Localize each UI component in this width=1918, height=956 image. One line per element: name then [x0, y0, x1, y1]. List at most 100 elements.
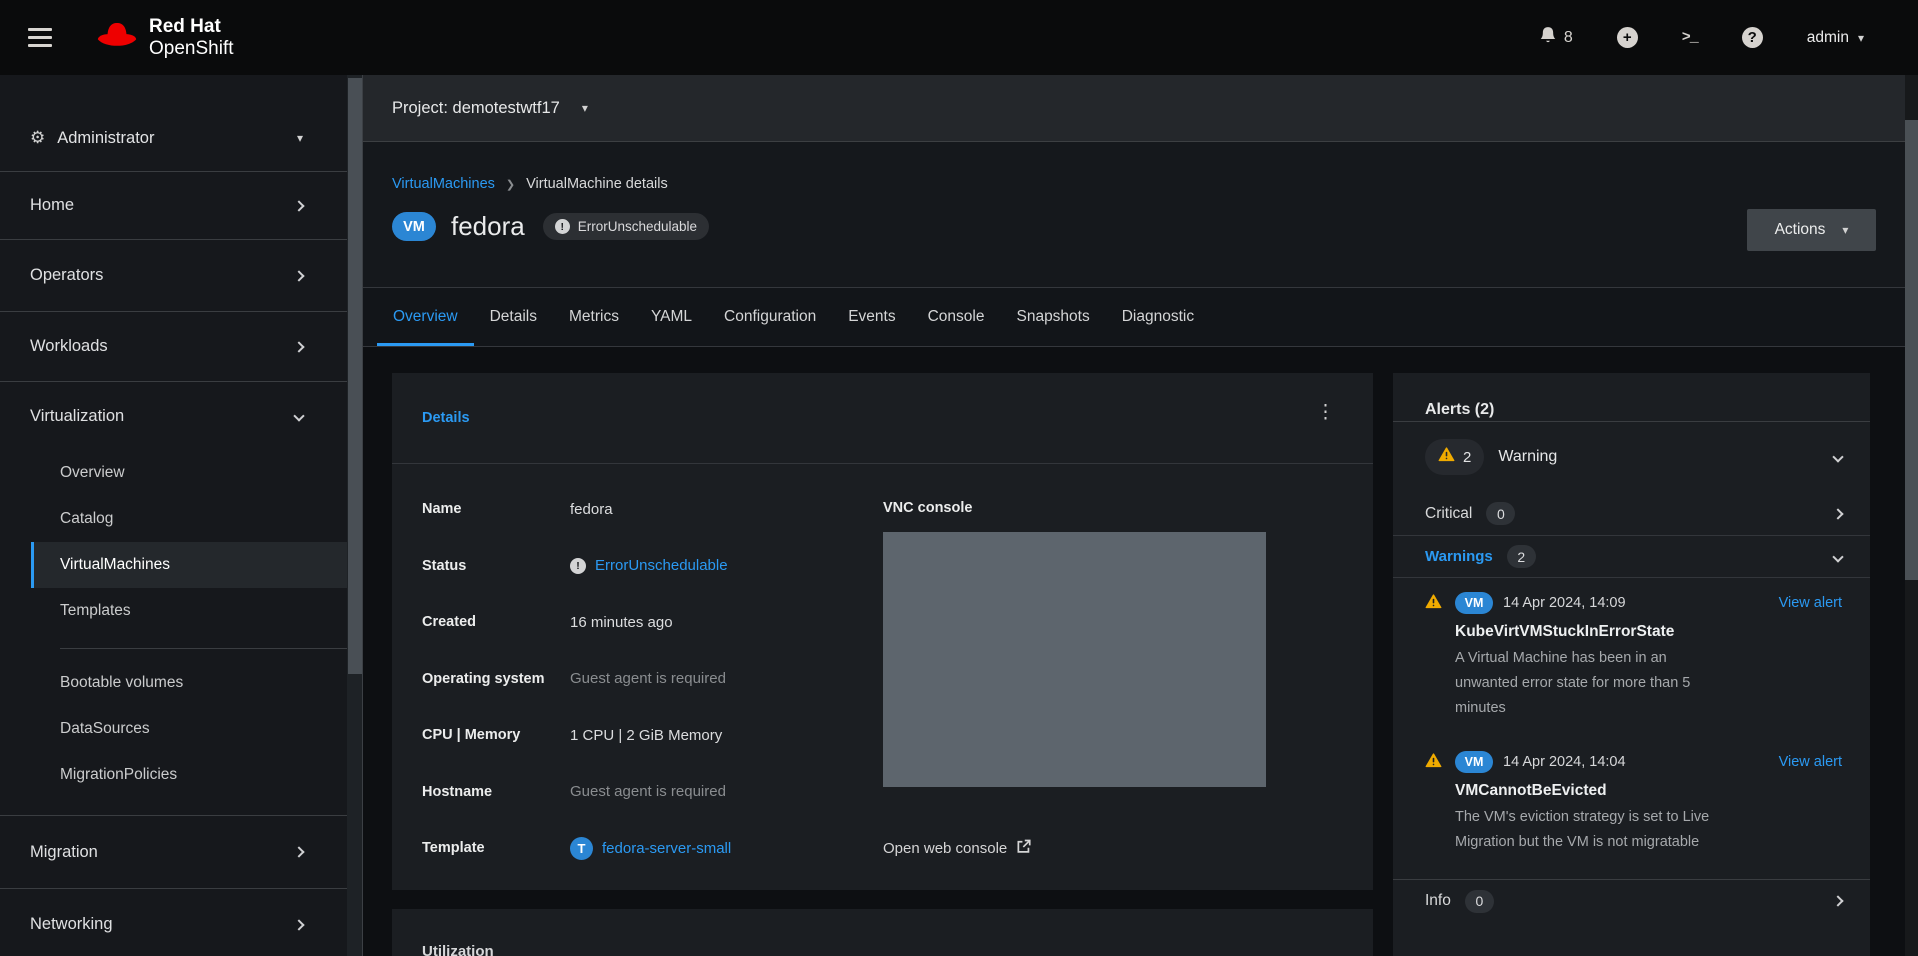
- sidebar-scrollbar[interactable]: [347, 75, 363, 956]
- detail-value: Guest agent is required: [570, 670, 726, 687]
- tab-bar: Overview Details Metrics YAML Configurat…: [363, 287, 1905, 347]
- tab-events[interactable]: Events: [832, 288, 911, 346]
- username: admin: [1807, 29, 1849, 47]
- cli-terminal-icon[interactable]: >_: [1682, 29, 1698, 46]
- warning-count-pill: 2: [1425, 439, 1484, 475]
- sidebar-item-templates[interactable]: Templates: [31, 588, 347, 634]
- template-badge: T: [570, 837, 593, 860]
- detail-value: Guest agent is required: [570, 783, 726, 800]
- view-alert-link[interactable]: View alert: [1779, 754, 1842, 770]
- detail-label: Hostname: [422, 784, 570, 800]
- window-scrollbar-thumb[interactable]: [1905, 120, 1918, 580]
- perspective-label: Administrator: [57, 129, 154, 148]
- tab-snapshots[interactable]: Snapshots: [1000, 288, 1105, 346]
- import-yaml-button[interactable]: +: [1617, 27, 1638, 48]
- view-alert-link[interactable]: View alert: [1779, 595, 1842, 611]
- sidebar-item-label: Workloads: [30, 337, 108, 356]
- gears-icon: ⚙: [30, 128, 45, 148]
- details-list: Name fedora Status ! ErrorUnschedulable …: [422, 481, 862, 877]
- window-scrollbar[interactable]: [1905, 75, 1918, 956]
- chevron-down-icon: ▾: [1858, 31, 1864, 45]
- divider: [392, 463, 1373, 464]
- breadcrumb-separator-icon: ❯: [506, 178, 515, 191]
- alert-description: A Virtual Machine has been in an unwante…: [1455, 646, 1727, 721]
- divider: [60, 648, 347, 649]
- detail-row-cpu-memory: CPU | Memory 1 CPU | 2 GiB Memory: [422, 707, 862, 764]
- warning-label: Warning: [1498, 448, 1557, 466]
- breadcrumb-link[interactable]: VirtualMachines: [392, 176, 495, 192]
- chevron-right-icon: [293, 919, 304, 930]
- caret-down-icon: ▾: [582, 101, 588, 115]
- detail-row-status: Status ! ErrorUnschedulable: [422, 538, 862, 595]
- sidebar-item-home[interactable]: Home: [0, 172, 347, 239]
- kebab-menu-icon[interactable]: ⋮: [1316, 401, 1335, 424]
- detail-row-created: Created 16 minutes ago: [422, 594, 862, 651]
- sidebar-item-datasources[interactable]: DataSources: [31, 706, 347, 752]
- alert-description: The VM's eviction strategy is set to Liv…: [1455, 805, 1727, 855]
- nav-toggle-icon[interactable]: [28, 28, 52, 47]
- help-icon[interactable]: ?: [1742, 27, 1763, 48]
- detail-value: 1 CPU | 2 GiB Memory: [570, 727, 722, 744]
- user-menu[interactable]: admin ▾: [1807, 29, 1864, 47]
- details-card: Details ⋮ Name fedora Status ! ErrorUnsc…: [392, 373, 1373, 890]
- sidebar-item-label: Migration: [30, 843, 98, 862]
- alerts-critical-row[interactable]: Critical 0: [1425, 492, 1842, 535]
- vnc-console-preview[interactable]: [883, 532, 1266, 787]
- alert-item: VM 14 Apr 2024, 14:04 View alert VMCanno…: [1425, 751, 1842, 855]
- chevron-right-icon: [1832, 895, 1843, 906]
- sidebar-item-networking[interactable]: Networking: [0, 889, 347, 956]
- app-launcher-icon[interactable]: [1476, 28, 1495, 47]
- vm-kind-badge: VM: [392, 212, 436, 241]
- sidebar-item-bootable-volumes[interactable]: Bootable volumes: [31, 660, 347, 706]
- sidebar-item-workloads[interactable]: Workloads: [0, 312, 347, 381]
- template-link[interactable]: fedora-server-small: [602, 840, 731, 857]
- utilization-title: Utilization: [422, 943, 1343, 956]
- open-web-console-link[interactable]: Open web console: [883, 839, 1031, 858]
- sidebar-scrollbar-thumb[interactable]: [348, 78, 362, 674]
- status-link[interactable]: ErrorUnschedulable: [595, 557, 728, 574]
- tab-details[interactable]: Details: [474, 288, 553, 346]
- brand-logo[interactable]: Red Hat OpenShift: [94, 16, 234, 60]
- detail-label: Name: [422, 501, 570, 517]
- vm-kind-badge: VM: [1455, 751, 1493, 773]
- perspective-switcher[interactable]: ⚙ Administrator ▾: [0, 105, 347, 171]
- sidebar-item-catalog[interactable]: Catalog: [31, 496, 347, 542]
- tab-overview[interactable]: Overview: [377, 288, 474, 346]
- sidebar-item-migration[interactable]: Migration: [0, 816, 347, 888]
- divider: [1393, 577, 1870, 578]
- chevron-right-icon: [1832, 508, 1843, 519]
- caret-down-icon: ▾: [1842, 223, 1848, 237]
- alerts-warnings-row[interactable]: Warnings 2: [1425, 536, 1842, 577]
- detail-row-template: Template T fedora-server-small: [422, 820, 862, 877]
- tab-metrics[interactable]: Metrics: [553, 288, 635, 346]
- warnings-label: Warnings: [1425, 548, 1493, 565]
- tab-yaml[interactable]: YAML: [635, 288, 708, 346]
- critical-count-badge: 0: [1486, 502, 1515, 525]
- brand-line-1: Red Hat: [149, 16, 234, 38]
- sidebar-item-virt-overview[interactable]: Overview: [31, 450, 347, 496]
- project-selector[interactable]: Project: demotestwtf17 ▾: [363, 75, 1905, 142]
- sidebar-item-migrationpolicies[interactable]: MigrationPolicies: [31, 752, 347, 798]
- alert-item: VM 14 Apr 2024, 14:09 View alert KubeVir…: [1425, 592, 1842, 721]
- sidebar-item-label: DataSources: [60, 720, 150, 738]
- tab-diagnostic[interactable]: Diagnostic: [1106, 288, 1210, 346]
- sidebar-item-virtualmachines[interactable]: VirtualMachines: [31, 542, 347, 588]
- notifications-button[interactable]: 8: [1539, 26, 1573, 50]
- alerts-panel: Alerts (2) 2 Warning Critical 0: [1393, 373, 1870, 956]
- alerts-title: Alerts (2): [1425, 373, 1842, 421]
- sidebar-item-label: Bootable volumes: [60, 674, 183, 692]
- chevron-right-icon: [293, 270, 304, 281]
- alerts-warning-summary[interactable]: 2 Warning: [1425, 422, 1842, 492]
- details-card-title-link[interactable]: Details: [422, 410, 470, 426]
- warning-triangle-icon: [1438, 447, 1455, 467]
- sidebar-item-virtualization[interactable]: Virtualization: [0, 382, 347, 450]
- detail-row-name: Name fedora: [422, 481, 862, 538]
- alerts-info-row[interactable]: Info 0: [1425, 880, 1842, 922]
- sidebar-item-operators[interactable]: Operators: [0, 240, 347, 311]
- bell-icon: [1539, 26, 1557, 50]
- sidebar-item-label: Virtualization: [30, 407, 124, 426]
- tab-console[interactable]: Console: [912, 288, 1001, 346]
- tab-configuration[interactable]: Configuration: [708, 288, 832, 346]
- actions-button[interactable]: Actions ▾: [1747, 209, 1876, 251]
- notification-count: 8: [1564, 29, 1573, 47]
